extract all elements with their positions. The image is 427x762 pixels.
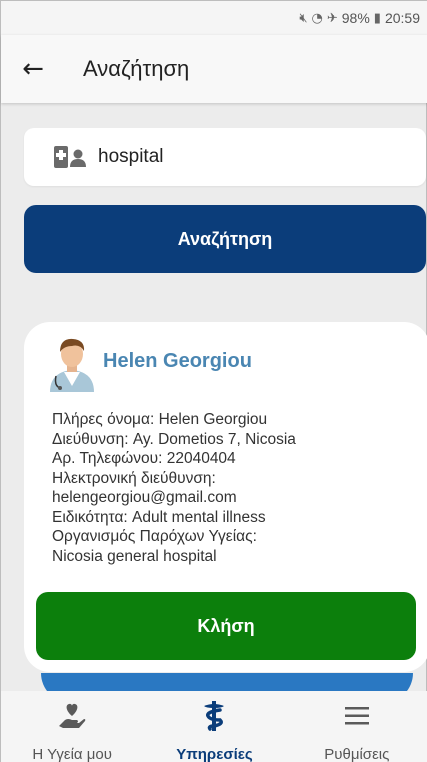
detail-full-name: Πλήρες όνομα: Helen Georgiou — [52, 411, 268, 428]
bottom-navigation: Η Υγεία μου Υπηρεσίες Ρυθμίσεις — [1, 691, 427, 762]
airplane-icon: ✈ — [326, 10, 338, 26]
battery-icon: ▮ — [373, 10, 381, 26]
search-input[interactable] — [98, 146, 378, 168]
provider-details: Πλήρες όνομα: Helen Georgiou Διεύθυνση: … — [52, 410, 427, 566]
status-bar: 🔇︎ ◔ ✈ 98% ▮ 20:59 — [1, 1, 427, 35]
back-arrow-icon[interactable]: ← — [5, 35, 61, 103]
detail-address: Διεύθυνση: Ay. Dometios 7, Nicosia — [52, 430, 296, 448]
nav-item-my-health[interactable]: Η Υγεία μου — [1, 691, 143, 762]
call-button[interactable]: Κλήση — [36, 592, 416, 660]
hand-heart-icon — [57, 699, 87, 732]
nav-label-my-health: Η Υγεία μου — [32, 746, 112, 762]
doctor-avatar-icon — [46, 334, 98, 392]
clock: 20:59 — [384, 10, 420, 26]
detail-email: helengeorgiou@gmail.com — [52, 489, 237, 506]
wifi-icon: ◔ — [311, 10, 323, 26]
page-title: Αναζήτηση — [83, 56, 190, 81]
nav-item-services[interactable]: Υπηρεσίες — [143, 691, 285, 762]
detail-organization-label: Οργανισμός Παρόχων Υγείας: — [52, 528, 257, 545]
provider-card: Helen Georgiou Πλήρες όνομα: Helen Georg… — [24, 322, 427, 672]
battery-level: 98% — [341, 10, 370, 26]
detail-organization: Nicosia general hospital — [52, 547, 217, 565]
search-field[interactable] — [24, 128, 426, 186]
doctor-id-icon — [52, 145, 90, 169]
app-bar: ← Αναζήτηση — [1, 35, 427, 103]
medical-caduceus-icon — [200, 699, 228, 732]
detail-email-label: Ηλεκτρονική διεύθυνση: — [52, 469, 216, 487]
provider-name: Helen Georgiou — [103, 350, 252, 372]
detail-specialty: Ειδικότητα: Adult mental illness — [52, 508, 266, 526]
mute-icon: 🔇︎ — [299, 10, 308, 26]
menu-icon — [344, 699, 370, 732]
detail-phone: Αρ. Τηλεφώνου: 22040404 — [52, 450, 236, 467]
search-button[interactable]: Αναζήτηση — [24, 205, 426, 273]
nav-label-settings: Ρυθμίσεις — [324, 746, 390, 762]
nav-item-settings[interactable]: Ρυθμίσεις — [286, 691, 427, 762]
nav-label-services: Υπηρεσίες — [176, 746, 253, 762]
